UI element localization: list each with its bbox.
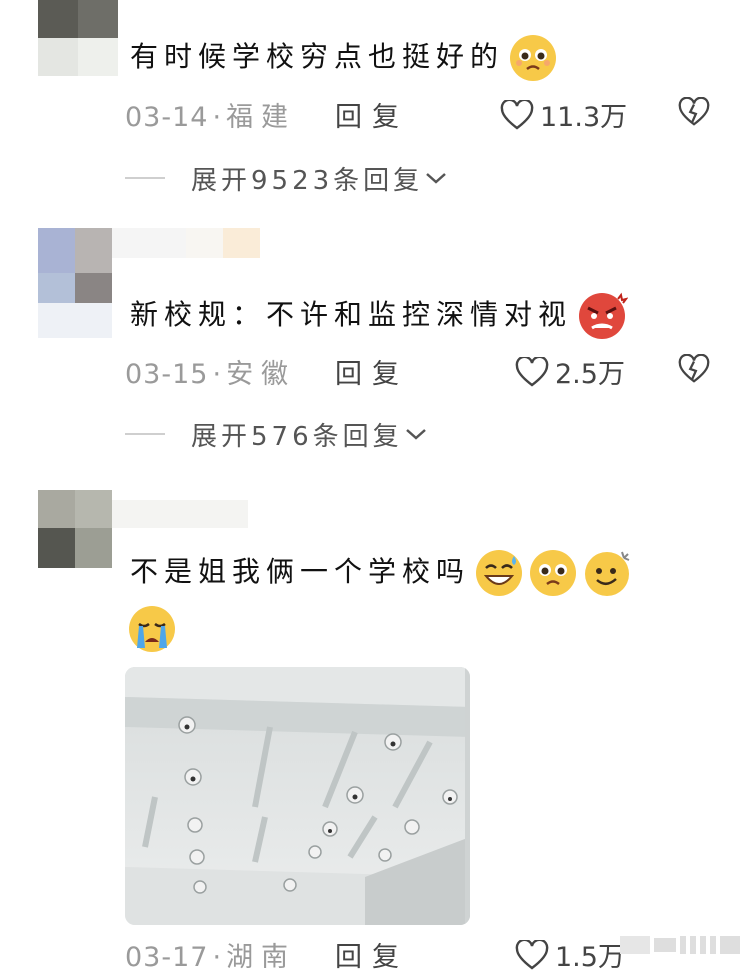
separator-dot: · [212,942,223,973]
comment-date: 03-17 [125,942,209,973]
like-button[interactable]: 1.5万 [515,935,625,974]
expand-replies-label: 展开9523条回复 [191,165,424,196]
comment-text-line2 [126,604,176,654]
comment-meta: 03-14 · 福建 回复 11.3万 [125,95,710,135]
sweat-grin-face-icon [474,548,524,598]
heart-icon [515,939,549,970]
chevron-down-icon [426,173,447,184]
watermark [620,936,740,954]
like-count: 11.3万 [540,102,628,133]
comment-text: 不是姐我俩一个学校吗 [130,548,632,598]
comment-body: 有时候学校穷点也挺好的 [130,40,505,73]
divider-dash [125,177,165,179]
heart-icon [500,99,534,130]
like-button[interactable]: 11.3万 [500,95,627,134]
comment-image[interactable] [125,667,470,925]
comment-text: 有时候学校穷点也挺好的 [130,33,558,83]
reply-button[interactable]: 回复 [335,352,409,391]
comment-location: 福建 [226,102,297,133]
like-button[interactable]: 2.5万 [515,352,625,391]
dislike-button[interactable] [678,353,710,391]
dislike-button[interactable] [678,96,710,134]
comment-date: 03-15 [125,359,209,390]
separator-dot: · [212,359,223,390]
comment-location: 安徽 [226,359,297,390]
broken-heart-icon [678,353,710,383]
comment-body: 不是姐我俩一个学校吗 [130,555,471,588]
comment-meta: 03-15 · 安徽 回复 2.5万 [125,352,710,392]
like-count: 1.5万 [555,942,625,973]
expand-replies-button[interactable]: 展开576条回复 [125,416,427,452]
comment-location: 湖南 [226,942,297,973]
comment-date: 03-14 [125,102,209,133]
reply-button[interactable]: 回复 [335,95,409,134]
crying-face-icon [126,604,176,654]
reply-button[interactable]: 回复 [335,935,409,974]
like-count: 2.5万 [555,359,625,390]
avatar[interactable] [38,0,118,76]
broken-heart-icon [678,96,710,126]
comment-text: 新校规：不许和监控深情对视 [130,291,629,341]
comment-body: 新校规：不许和监控深情对视 [130,298,573,331]
dizzy-smile-face-icon [582,548,632,598]
separator-dot: · [212,102,223,133]
expand-replies-label: 展开576条回复 [191,421,403,452]
pleading-face-icon [528,548,578,598]
heart-icon [515,356,549,387]
pleading-face-icon [508,33,558,83]
angry-face-icon [576,291,629,341]
chevron-down-icon [405,429,426,440]
divider-dash [125,433,165,435]
expand-replies-button[interactable]: 展开9523条回复 [125,160,447,196]
